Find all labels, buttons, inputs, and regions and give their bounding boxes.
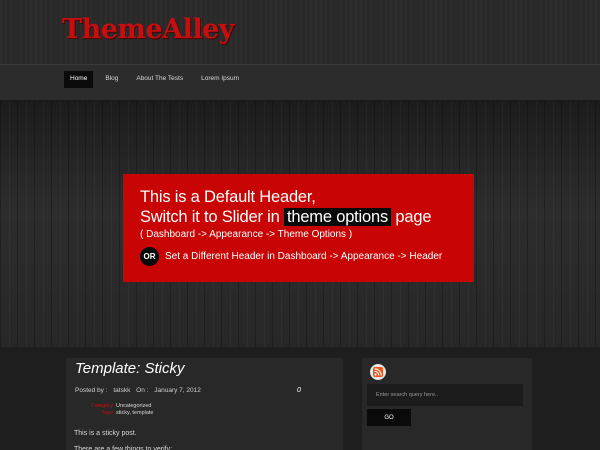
- tags-row: Tags sticky, template: [88, 410, 154, 417]
- tags-links[interactable]: sticky, template: [116, 410, 154, 417]
- post-date: January 7, 2012: [154, 387, 201, 394]
- search-input[interactable]: [367, 384, 523, 406]
- post-body-line-2: There are a few things to verify:: [74, 446, 173, 450]
- post-body-line-1: This is a sticky post.: [74, 430, 137, 437]
- rss-icon[interactable]: [370, 364, 386, 380]
- tags-label: Tags: [101, 410, 113, 416]
- post-meta: Posted by : tatskk On : January 7, 2012: [75, 387, 201, 394]
- comment-count[interactable]: 0: [297, 387, 301, 394]
- post-taxonomy: Category Uncategorized Tags sticky, temp…: [88, 403, 154, 417]
- category-label: Category: [90, 403, 113, 409]
- category-link[interactable]: Uncategorized: [116, 403, 151, 410]
- category-row: Category Uncategorized: [88, 403, 154, 410]
- theme-options-highlight: theme options: [283, 208, 392, 226]
- banner-subline: ( Dashboard -> Appearance -> Theme Optio…: [140, 229, 353, 240]
- banner-line-2-prefix: Switch it to Slider in: [140, 208, 280, 226]
- banner-line-2-suffix: page: [395, 208, 432, 226]
- go-button[interactable]: GO: [367, 409, 411, 426]
- site-logo[interactable]: ThemeAlley: [62, 14, 234, 45]
- or-badge: OR: [140, 247, 159, 266]
- alternate-header-text: Set a Different Header in Dashboard -> A…: [165, 251, 443, 262]
- banner-line-2: Switch it to Slider in theme options pag…: [140, 207, 474, 227]
- banner-line-1: This is a Default Header,: [140, 188, 316, 206]
- site-header: ThemeAlley: [0, 0, 600, 64]
- nav-list: Home Blog About The Tests Lorem Ipsum: [64, 71, 251, 88]
- or-row: OR Set a Different Header in Dashboard -…: [140, 247, 474, 266]
- posted-by-label: Posted by :: [75, 387, 108, 394]
- post-body: This is a sticky post. There are a few t…: [74, 426, 172, 450]
- default-header-banner: This is a Default Header, Switch it to S…: [123, 174, 474, 282]
- nav-item-about-the-tests[interactable]: About The Tests: [130, 71, 189, 88]
- nav-item-blog[interactable]: Blog: [99, 71, 124, 88]
- nav-item-home[interactable]: Home: [64, 71, 94, 88]
- post-author[interactable]: tatskk: [113, 387, 130, 394]
- nav-item-lorem-ipsum[interactable]: Lorem Ipsum: [195, 71, 245, 88]
- rss-glyph: [373, 367, 383, 377]
- post-title[interactable]: Template: Sticky: [75, 360, 185, 377]
- on-label: On :: [136, 387, 149, 394]
- main-nav: Home Blog About The Tests Lorem Ipsum: [0, 64, 600, 101]
